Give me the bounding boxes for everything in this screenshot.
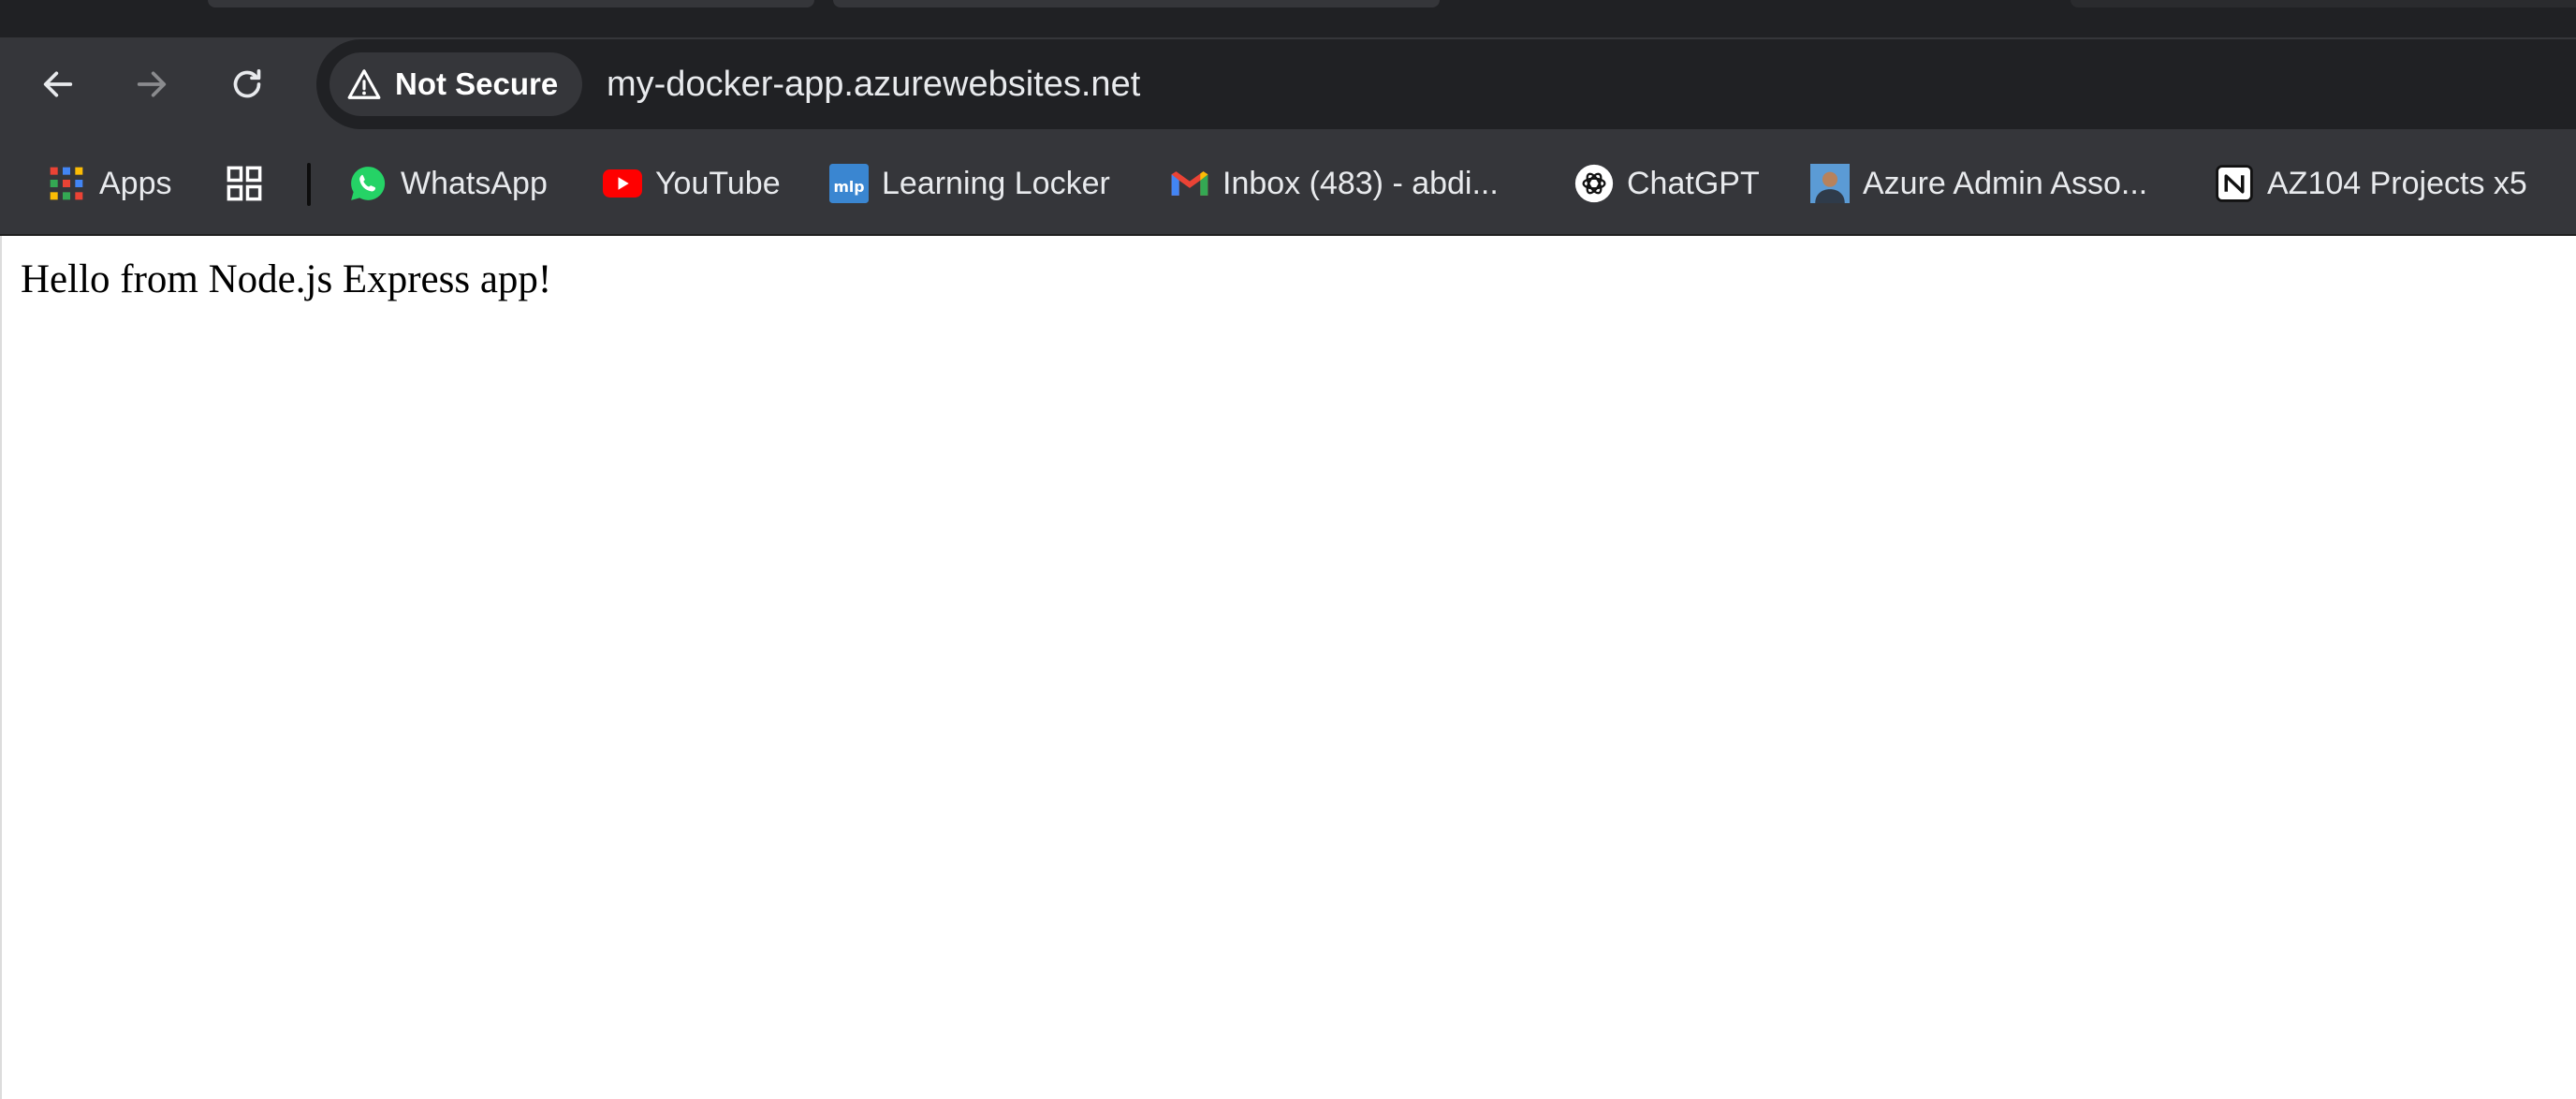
bookmark-learning-locker[interactable]: mlp Learning Locker xyxy=(829,131,1110,236)
bookmark-label: Learning Locker xyxy=(882,165,1110,201)
page-viewport: Hello from Node.js Express app! xyxy=(0,236,2576,1099)
tab-groups-icon xyxy=(225,164,264,203)
bookmark-label: Apps xyxy=(99,165,172,201)
tab-strip xyxy=(0,0,2576,37)
bookmark-whatsapp[interactable]: WhatsApp xyxy=(348,131,548,236)
reload-button[interactable] xyxy=(219,56,275,112)
bookmark-label: YouTube xyxy=(655,165,781,201)
browser-toolbar: Not Secure my-docker-app.azurewebsites.n… xyxy=(0,37,2576,131)
browser-tab[interactable] xyxy=(833,0,1440,7)
tab-groups-button[interactable] xyxy=(225,131,264,236)
svg-text:mlp: mlp xyxy=(833,178,864,196)
browser-tab[interactable] xyxy=(2071,0,2576,7)
back-button[interactable] xyxy=(30,56,86,112)
viewport-edge xyxy=(0,236,2,1099)
forward-button[interactable] xyxy=(124,56,180,112)
bookmark-label: WhatsApp xyxy=(401,165,548,201)
page-body-text: Hello from Node.js Express app! xyxy=(21,257,552,301)
chatgpt-icon xyxy=(1574,164,1614,203)
bookmarks-bar: Apps WhatsApp YouTube mlp Learning Locke… xyxy=(0,131,2576,236)
youtube-icon xyxy=(603,164,642,203)
bookmark-label: AZ104 Projects x5 xyxy=(2267,165,2527,201)
learning-locker-icon: mlp xyxy=(829,164,869,203)
address-bar[interactable]: Not Secure my-docker-app.azurewebsites.n… xyxy=(316,39,2576,129)
notion-icon xyxy=(2215,164,2254,203)
bookmark-label: ChatGPT xyxy=(1627,165,1760,201)
bookmarks-divider xyxy=(307,163,311,206)
browser-chrome: Not Secure my-docker-app.azurewebsites.n… xyxy=(0,0,2576,236)
bookmark-label: Inbox (483) - abdi... xyxy=(1222,165,1499,201)
reload-icon xyxy=(233,69,261,98)
browser-tab[interactable] xyxy=(208,0,814,7)
gmail-icon xyxy=(1170,164,1209,203)
security-label: Not Secure xyxy=(395,66,559,101)
bookmark-gmail-inbox[interactable]: Inbox (483) - abdi... xyxy=(1170,131,1499,236)
bookmark-az104-projects[interactable]: AZ104 Projects x5 xyxy=(2215,131,2527,236)
site-security-chip[interactable]: Not Secure xyxy=(329,52,583,116)
arrow-left-icon xyxy=(43,71,73,97)
url-text[interactable]: my-docker-app.azurewebsites.net xyxy=(607,39,1140,129)
bookmark-chatgpt[interactable]: ChatGPT xyxy=(1574,131,1760,236)
warning-triangle-icon xyxy=(347,69,381,99)
bookmark-label: Azure Admin Asso... xyxy=(1863,165,2148,201)
bookmark-azure-admin[interactable]: Azure Admin Asso... xyxy=(1810,131,2147,236)
bookmark-apps[interactable]: Apps xyxy=(47,131,172,236)
whatsapp-icon xyxy=(348,164,388,203)
avatar-icon xyxy=(1810,164,1850,203)
bookmark-youtube[interactable]: YouTube xyxy=(603,131,781,236)
arrow-right-icon xyxy=(137,71,167,97)
apps-grid-icon xyxy=(47,164,86,203)
